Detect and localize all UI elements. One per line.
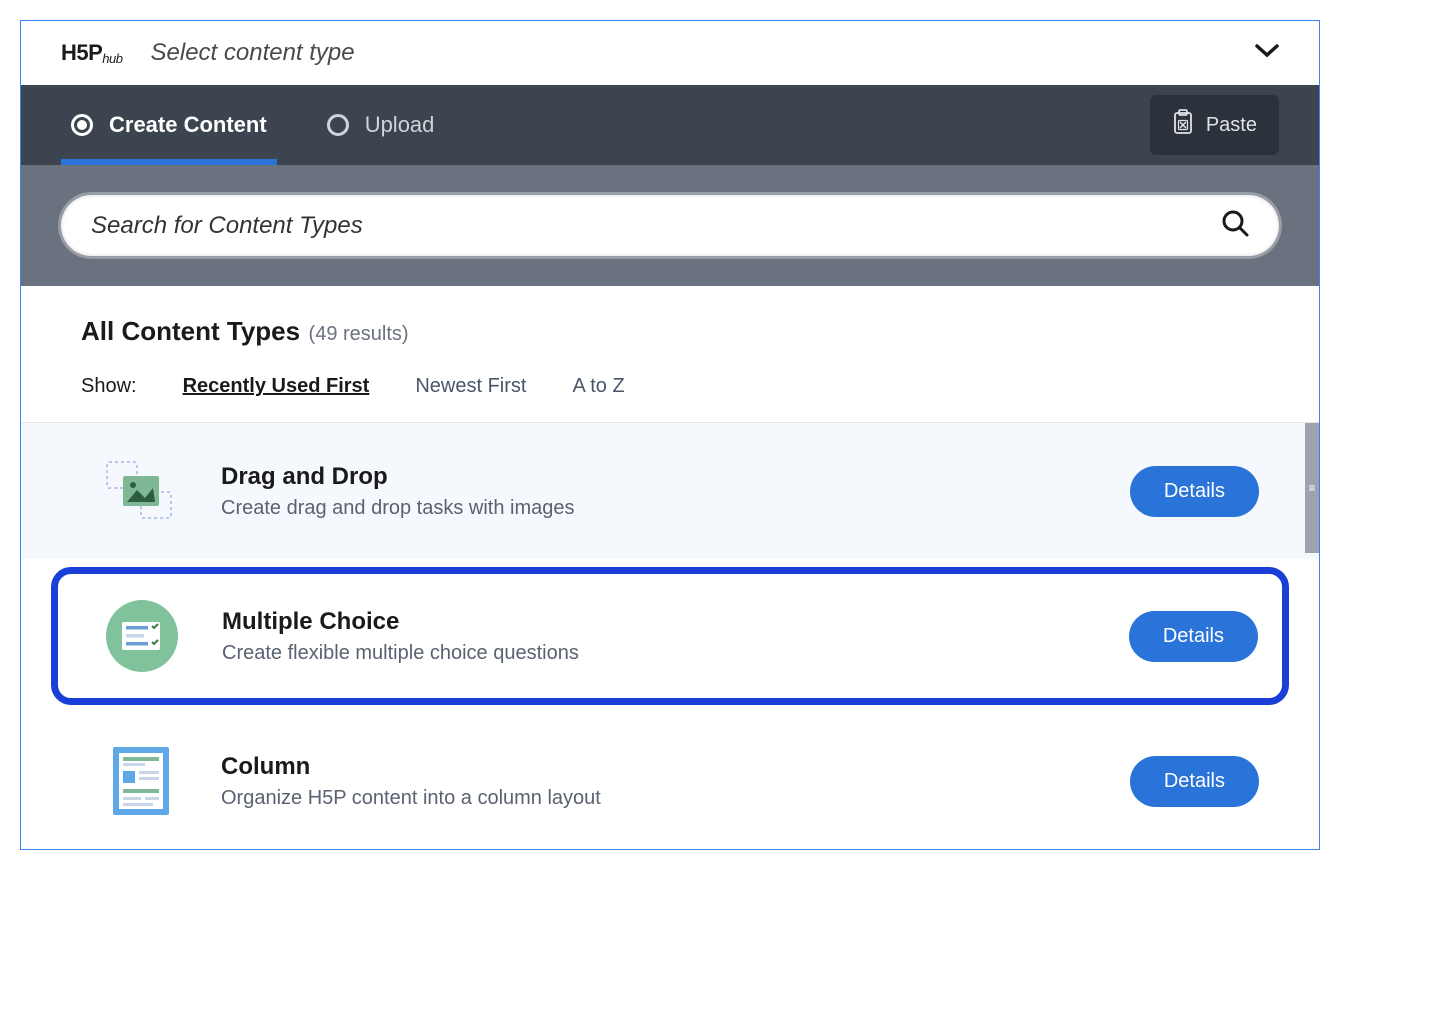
filter-title: All Content Types bbox=[81, 316, 300, 346]
paste-button[interactable]: Paste bbox=[1150, 95, 1279, 155]
item-desc: Organize H5P content into a column layou… bbox=[221, 787, 1090, 810]
item-title: Drag and Drop bbox=[221, 463, 1090, 491]
panel-header: H5Phub Select content type bbox=[21, 21, 1319, 85]
multiple-choice-icon bbox=[102, 596, 182, 676]
tab-label: Upload bbox=[365, 112, 435, 138]
sort-a-to-z[interactable]: A to Z bbox=[572, 375, 624, 398]
list-item-column[interactable]: Column Organize H5P content into a colum… bbox=[21, 713, 1319, 849]
logo: H5Phub bbox=[61, 40, 123, 66]
tab-label: Create Content bbox=[109, 112, 267, 138]
h5p-hub-panel: H5Phub Select content type Create Conten… bbox=[20, 20, 1320, 850]
item-text: Drag and Drop Create drag and drop tasks… bbox=[221, 463, 1090, 520]
item-title: Column bbox=[221, 753, 1090, 781]
drag-drop-icon bbox=[101, 451, 181, 531]
chevron-down-icon[interactable] bbox=[1255, 44, 1279, 63]
search-zone bbox=[21, 165, 1319, 286]
search-wrap bbox=[61, 195, 1279, 256]
panel-title: Select content type bbox=[151, 39, 355, 67]
details-button[interactable]: Details bbox=[1130, 756, 1259, 807]
list-item-multiple-choice[interactable]: Multiple Choice Create flexible multiple… bbox=[51, 567, 1289, 705]
details-button[interactable]: Details bbox=[1129, 611, 1258, 662]
item-text: Multiple Choice Create flexible multiple… bbox=[222, 608, 1089, 665]
item-desc: Create drag and drop tasks with images bbox=[221, 497, 1090, 520]
logo-sub: hub bbox=[102, 51, 122, 66]
sort-label: Show: bbox=[81, 375, 137, 398]
filter-count: (49 results) bbox=[309, 323, 409, 345]
search-input[interactable] bbox=[91, 212, 1221, 240]
tab-create-content[interactable]: Create Content bbox=[61, 85, 277, 165]
sort-row: Show: Recently Used First Newest First A… bbox=[81, 375, 1259, 398]
sort-newest-first[interactable]: Newest First bbox=[415, 375, 526, 398]
radio-checked-icon bbox=[71, 114, 93, 136]
radio-unchecked-icon bbox=[327, 114, 349, 136]
item-title: Multiple Choice bbox=[222, 608, 1089, 636]
scrollbar-handle[interactable] bbox=[1305, 423, 1319, 553]
paste-label: Paste bbox=[1206, 114, 1257, 137]
item-desc: Create flexible multiple choice question… bbox=[222, 642, 1089, 665]
details-button[interactable]: Details bbox=[1130, 466, 1259, 517]
tabs-bar: Create Content Upload Paste bbox=[21, 85, 1319, 165]
sort-recently-used[interactable]: Recently Used First bbox=[183, 375, 370, 398]
item-text: Column Organize H5P content into a colum… bbox=[221, 753, 1090, 810]
list-item-drag-and-drop[interactable]: Drag and Drop Create drag and drop tasks… bbox=[21, 423, 1319, 559]
tab-upload[interactable]: Upload bbox=[317, 85, 445, 165]
clipboard-icon bbox=[1172, 109, 1194, 141]
logo-text: H5P bbox=[61, 40, 102, 65]
search-icon[interactable] bbox=[1221, 209, 1249, 242]
column-icon bbox=[101, 741, 181, 821]
filter-zone: All Content Types (49 results) Show: Rec… bbox=[21, 286, 1319, 423]
content-type-list: Drag and Drop Create drag and drop tasks… bbox=[21, 423, 1319, 849]
